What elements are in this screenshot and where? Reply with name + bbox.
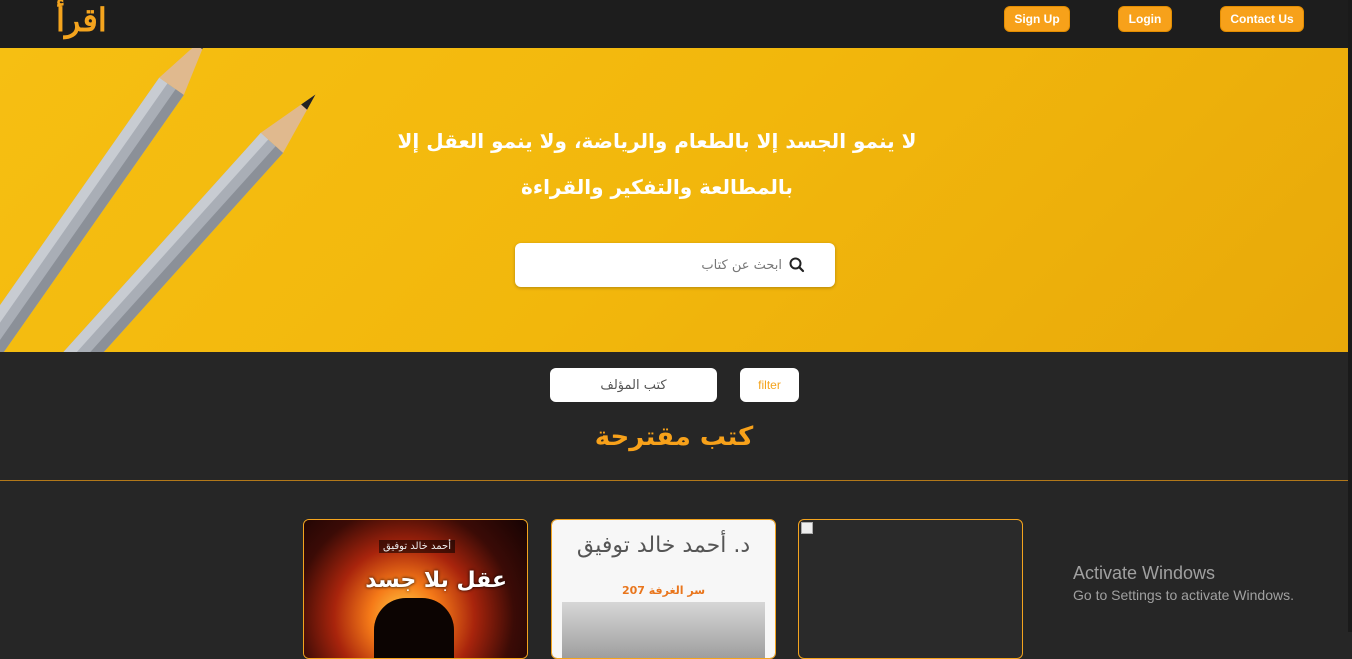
navbar: اقرأ Sign Up Login Contact Us <box>0 0 1352 48</box>
cover-photo <box>562 602 765 658</box>
suggested-books-title: كتب مقترحة <box>594 422 754 452</box>
watermark-title: Activate Windows <box>1073 563 1216 583</box>
book-title: عقل بلا جسد <box>365 568 507 593</box>
hero-quote: لا ينمو الجسد إلا بالطعام والرياضة، ولا … <box>380 118 934 210</box>
signup-button[interactable]: Sign Up <box>1004 6 1070 32</box>
hero-quote-line-2: بالمطالعة والتفكير والقراءة <box>521 175 793 199</box>
cover-figure <box>374 598 454 658</box>
hero-quote-line-1: لا ينمو الجسد إلا بالطعام والرياضة، ولا … <box>397 129 917 153</box>
contact-us-button[interactable]: Contact Us <box>1220 6 1304 32</box>
pencils-illustration <box>0 48 316 352</box>
scrollbar[interactable] <box>1348 0 1352 632</box>
search-icon[interactable] <box>787 255 807 275</box>
section-divider <box>0 480 1348 481</box>
search-box <box>515 243 835 287</box>
book-card[interactable] <box>798 519 1023 659</box>
book-card[interactable]: د. أحمد خالد توفيق سر الغرفة 207 <box>551 519 776 659</box>
book-title: سر الغرفة 207 <box>621 584 706 597</box>
site-logo[interactable]: اقرأ <box>56 0 107 40</box>
filter-button[interactable]: filter <box>740 368 799 402</box>
windows-activation-watermark: Activate Windows Go to Settings to activ… <box>1073 563 1294 603</box>
book-author: د. أحمد خالد توفيق <box>576 533 751 558</box>
broken-image-icon <box>801 522 813 534</box>
book-author: أحمد خالد توفيق <box>379 540 455 553</box>
book-card[interactable]: أحمد خالد توفيق عقل بلا جسد <box>303 519 528 659</box>
hero-banner: لا ينمو الجسد إلا بالطعام والرياضة، ولا … <box>0 48 1348 352</box>
watermark-subtitle: Go to Settings to activate Windows. <box>1073 587 1294 603</box>
author-books-select[interactable]: كتب المؤلف <box>550 368 717 402</box>
search-input[interactable] <box>527 243 782 287</box>
login-button[interactable]: Login <box>1118 6 1172 32</box>
